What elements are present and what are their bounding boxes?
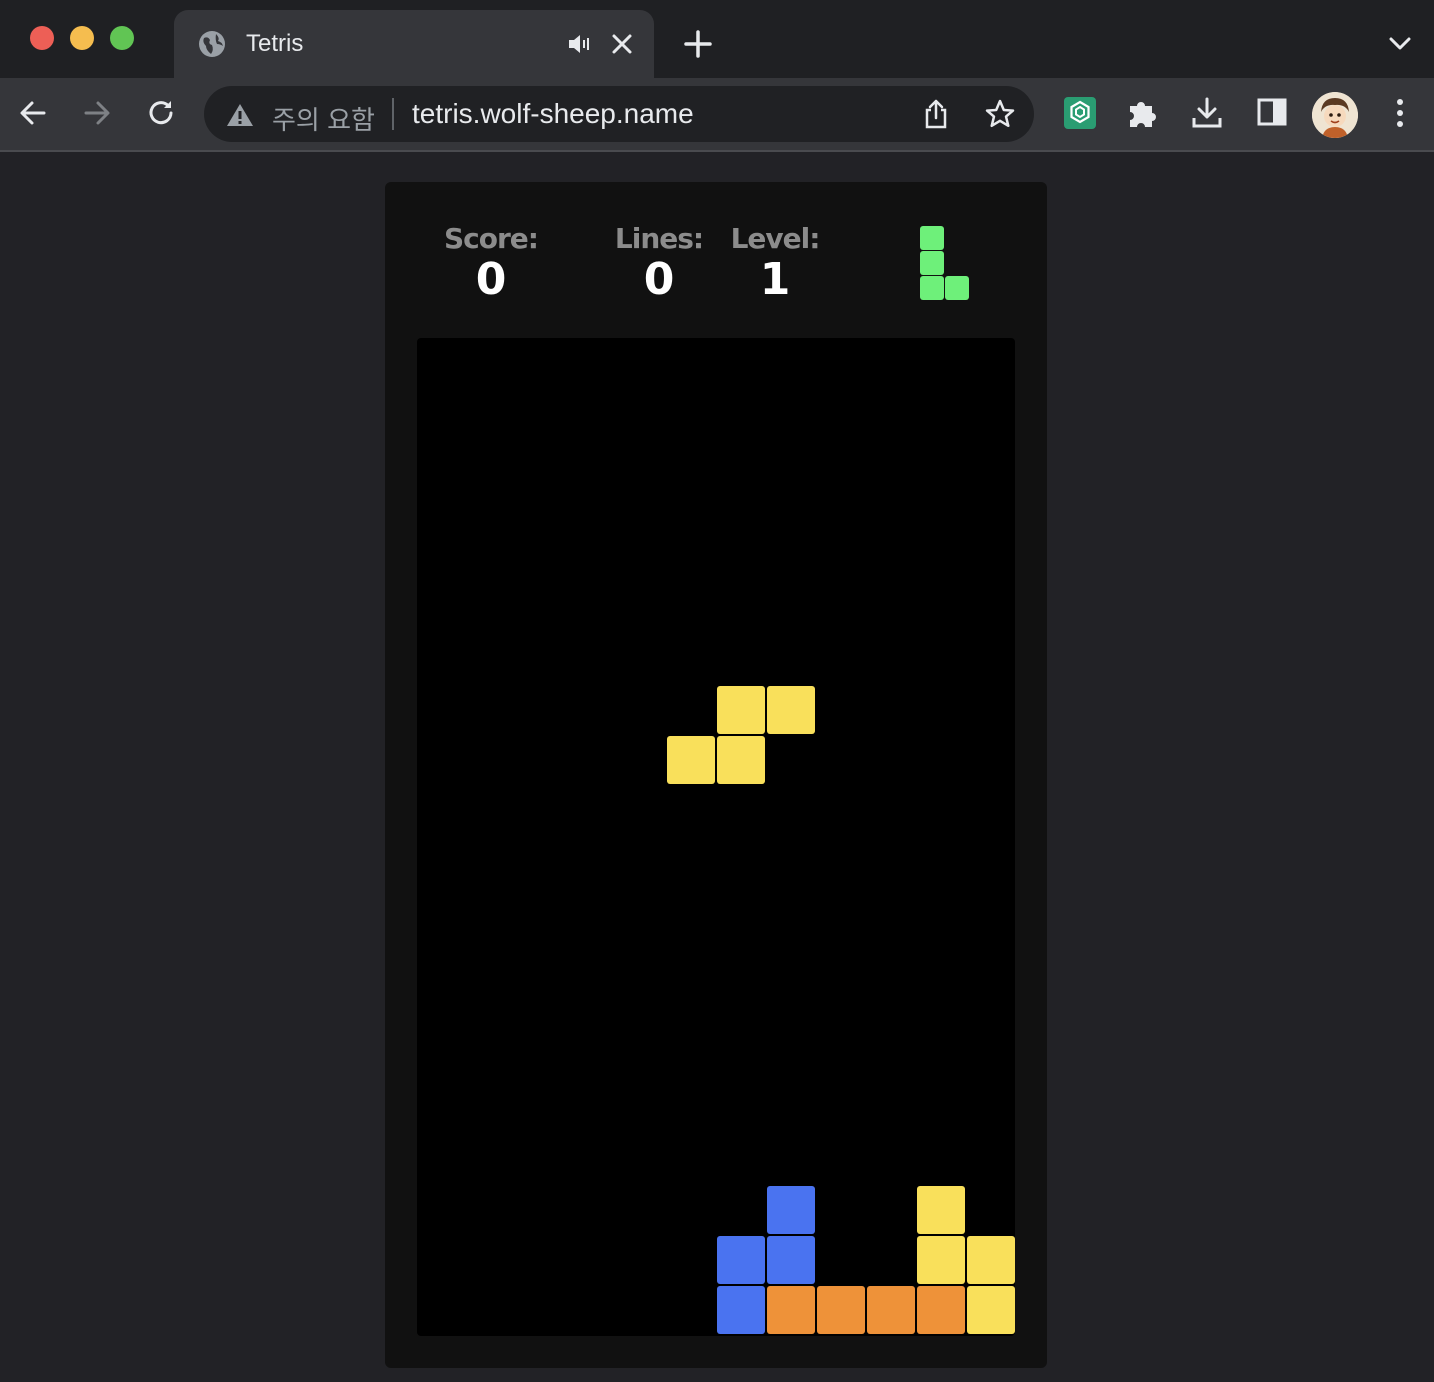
score-label: Score: xyxy=(444,222,539,255)
level-label: Level: xyxy=(730,222,821,255)
tab-title: Tetris xyxy=(246,30,304,57)
close-icon[interactable] xyxy=(608,30,636,58)
warning-icon[interactable] xyxy=(226,102,254,128)
tab-bar: Tetris xyxy=(0,0,1434,78)
settled-block xyxy=(917,1236,965,1284)
extension-hexagon-icon[interactable] xyxy=(1064,96,1096,130)
next-piece-block xyxy=(920,276,944,300)
security-label[interactable]: 주의 요함 xyxy=(272,100,375,137)
level-stat: Level: 1 xyxy=(709,222,841,305)
close-window-button[interactable] xyxy=(30,26,54,50)
settled-block xyxy=(867,1286,915,1334)
address-bar[interactable]: 주의 요함 tetris.wolf-sheep.name xyxy=(204,86,1034,142)
profile-avatar[interactable] xyxy=(1312,92,1358,138)
puzzle-piece-icon[interactable] xyxy=(1126,96,1160,130)
settled-block xyxy=(767,1186,815,1234)
url-text[interactable]: tetris.wolf-sheep.name xyxy=(412,98,694,130)
active-piece-block xyxy=(767,686,815,734)
settled-block xyxy=(967,1236,1015,1284)
next-piece-block xyxy=(920,251,944,275)
globe-icon xyxy=(199,31,225,57)
lines-value: 0 xyxy=(643,254,675,305)
avatar-image xyxy=(1312,92,1358,138)
share-icon[interactable] xyxy=(922,98,950,130)
next-piece-preview xyxy=(920,226,972,304)
next-piece-block xyxy=(945,276,969,300)
score-stat: Score: 0 xyxy=(425,222,557,305)
active-piece-block xyxy=(717,736,765,784)
speaker-icon[interactable] xyxy=(566,30,592,58)
settled-block xyxy=(917,1286,965,1334)
settled-block xyxy=(817,1286,865,1334)
game-board[interactable] xyxy=(417,338,1015,1336)
divider xyxy=(392,98,394,130)
score-value: 0 xyxy=(475,254,507,305)
reload-icon[interactable] xyxy=(144,96,178,130)
lines-stat: Lines: 0 xyxy=(593,222,725,305)
lines-label: Lines: xyxy=(614,222,704,255)
level-value: 1 xyxy=(759,254,791,305)
settled-block xyxy=(767,1286,815,1334)
tab-tetris[interactable]: Tetris xyxy=(174,10,654,78)
chevron-down-icon[interactable] xyxy=(1386,32,1414,56)
back-arrow-icon[interactable] xyxy=(16,96,50,130)
side-panel-icon[interactable] xyxy=(1256,96,1288,128)
more-menu-icon[interactable] xyxy=(1390,96,1410,130)
settled-block xyxy=(767,1236,815,1284)
minimize-window-button[interactable] xyxy=(70,26,94,50)
download-icon[interactable] xyxy=(1190,96,1224,130)
tetris-game: Score: 0 Lines: 0 Level: 1 xyxy=(385,182,1047,1368)
forward-arrow-icon[interactable] xyxy=(80,96,114,130)
settled-block xyxy=(967,1286,1015,1334)
next-piece-block xyxy=(920,226,944,250)
settled-block xyxy=(917,1186,965,1234)
settled-block xyxy=(717,1286,765,1334)
zoom-window-button[interactable] xyxy=(110,26,134,50)
settled-block xyxy=(717,1236,765,1284)
plus-icon[interactable] xyxy=(682,28,714,60)
active-piece-block xyxy=(717,686,765,734)
active-piece-block xyxy=(667,736,715,784)
browser-toolbar: 주의 요함 tetris.wolf-sheep.name xyxy=(0,78,1434,152)
star-icon[interactable] xyxy=(984,98,1016,130)
